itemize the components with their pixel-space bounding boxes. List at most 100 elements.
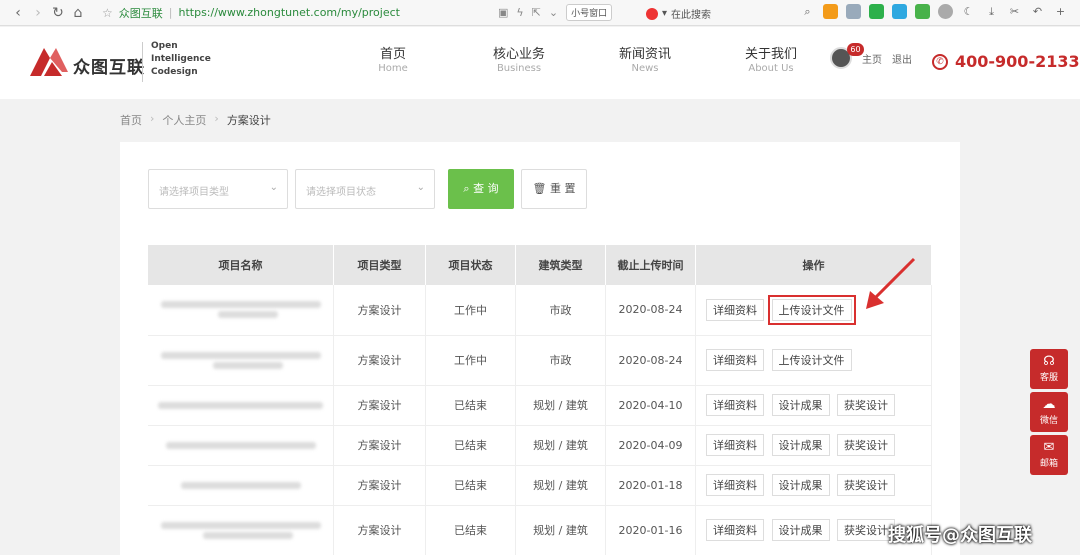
details-button[interactable]: 详细资料 (706, 519, 764, 541)
project-name-blurred[interactable] (148, 385, 334, 426)
project-name-blurred[interactable] (148, 285, 334, 336)
logo-icon[interactable] (28, 44, 70, 78)
search-icon[interactable]: ⌕ (800, 4, 815, 19)
browser-search[interactable]: ▾ 在此搜索 (646, 6, 711, 21)
mail-button[interactable]: ✉ 邮箱 (1030, 435, 1068, 475)
design-results-button[interactable]: 设计成果 (771, 519, 830, 541)
cut-icon[interactable]: ✂ (1007, 4, 1022, 19)
cell-deadline: 2020-01-16 (605, 505, 696, 555)
float-label: 客服 (1039, 373, 1058, 383)
details-button[interactable]: 详细资料 (706, 298, 764, 321)
design-results-button[interactable]: 设计成果 (771, 394, 830, 416)
phone-icon: ✆ (932, 53, 948, 70)
details-button[interactable]: 详细资料 (706, 349, 764, 371)
small-window-button[interactable]: 小号窗口 (566, 4, 613, 21)
address-bar[interactable]: https://www.zhongtunet.com/my/project (178, 6, 399, 19)
query-button[interactable]: ⌕ 查 询 (448, 169, 514, 209)
cell-type: 方案设计 (333, 465, 426, 506)
nav-item-business[interactable]: 核心业务 Business (456, 47, 582, 75)
project-panel: 请选择项目类型 ⌄ 请选择项目状态 ⌄ ⌕ 查 询 🗑 重 置 项目名称 项目类… (120, 142, 960, 555)
cell-status: 工作中 (425, 335, 516, 386)
forward-icon[interactable]: › (28, 5, 48, 21)
adblock-extension-icon[interactable] (938, 4, 953, 19)
undo-icon[interactable]: ↶ (1030, 4, 1045, 19)
logout-link[interactable]: 退出 (892, 51, 912, 66)
nav-item-news[interactable]: 新闻资讯 News (582, 47, 708, 75)
refresh-icon[interactable]: ↻ (48, 5, 68, 21)
customer-service-button[interactable]: ☊ 客服 (1030, 349, 1068, 389)
url-separator: | (168, 6, 173, 19)
table-row: 方案设计 已结束 规划 / 建筑 2020-04-10 详细资料 设计成果 获奖… (148, 385, 932, 426)
lightning-icon[interactable]: ϟ (516, 6, 523, 19)
reader-icon[interactable]: ▣ (498, 6, 508, 19)
cell-type: 方案设计 (333, 385, 426, 426)
award-design-button[interactable]: 获奖设计 (837, 434, 895, 456)
nav-sublabel: Home (378, 63, 408, 74)
bookmark-star-icon[interactable]: ☆ (102, 6, 113, 20)
cell-status: 工作中 (425, 285, 516, 336)
chevron-down-icon: ⌄ (416, 182, 425, 193)
details-button[interactable]: 详细资料 (706, 434, 764, 456)
chevron-down-icon[interactable]: ▾ (662, 8, 667, 19)
project-name-blurred[interactable] (148, 335, 334, 386)
column-header: 项目名称 (148, 245, 334, 285)
cell-building: 市政 (515, 335, 606, 386)
project-status-select[interactable]: 请选择项目状态 ⌄ (295, 169, 435, 209)
nav-label: 新闻资讯 (618, 47, 671, 62)
share-icon[interactable]: ⇱ (532, 6, 541, 19)
address-tools: ▣ ϟ ⇱ ⌄ 小号窗口 (498, 4, 613, 21)
award-design-button[interactable]: 获奖设计 (837, 474, 895, 496)
green-extension-icon[interactable] (915, 4, 930, 19)
chevron-down-icon[interactable]: ⌄ (549, 6, 558, 19)
annotation-arrow-icon (866, 257, 916, 309)
game-extension-icon[interactable] (823, 4, 838, 19)
project-name-blurred[interactable] (148, 425, 334, 466)
breadcrumb-separator: › (150, 112, 155, 125)
wechat-icon: ☁ (1042, 397, 1056, 412)
search-input[interactable]: 在此搜索 (671, 6, 711, 21)
nav-item-home[interactable]: 首页 Home (330, 47, 456, 75)
table-row: 方案设计 已结束 规划 / 建筑 2020-01-18 详细资料 设计成果 获奖… (148, 465, 932, 506)
cloud-extension-icon[interactable] (846, 4, 861, 19)
search-engine-icon[interactable] (646, 7, 658, 20)
home-icon[interactable]: ⌂ (68, 5, 88, 21)
tagline-line: Open (151, 41, 178, 51)
award-design-button[interactable]: 获奖设计 (837, 394, 895, 416)
cell-status: 已结束 (425, 505, 516, 555)
add-tab-icon[interactable]: + (1053, 4, 1068, 19)
nav-sublabel: News (631, 63, 659, 74)
nav-label: 核心业务 (492, 47, 545, 62)
nav-item-about[interactable]: 关于我们 About Us (708, 47, 834, 75)
project-name-blurred[interactable] (148, 465, 334, 506)
project-type-select[interactable]: 请选择项目类型 ⌄ (148, 169, 288, 209)
cell-actions: 详细资料 设计成果 获奖设计 (695, 465, 932, 506)
screenshot-extension-icon[interactable] (892, 4, 907, 19)
select-placeholder: 请选择项目类型 (159, 187, 229, 198)
reset-label: 重 置 (549, 182, 576, 195)
back-icon[interactable]: ‹ (8, 5, 28, 21)
wechat-extension-icon[interactable] (869, 4, 884, 19)
cell-actions: 详细资料 设计成果 获奖设计 (695, 385, 932, 426)
upload-design-button[interactable]: 上传设计文件 (767, 294, 856, 325)
avatar[interactable]: 60 (830, 43, 864, 69)
project-name-blurred[interactable] (148, 505, 334, 555)
download-icon[interactable]: ⤓ (984, 4, 999, 19)
breadcrumb-personal[interactable]: 个人主页 (162, 112, 206, 128)
details-button[interactable]: 详细资料 (706, 394, 764, 416)
night-mode-icon[interactable]: ☾ (961, 4, 976, 19)
project-table: 项目名称 项目类型 项目状态 建筑类型 截止上传时间 操作 方案设计 工作中 市… (148, 245, 932, 555)
details-button[interactable]: 详细资料 (706, 474, 764, 496)
design-results-button[interactable]: 设计成果 (771, 474, 830, 496)
breadcrumb-home[interactable]: 首页 (120, 112, 142, 128)
tagline-line: Intelligence (151, 54, 211, 64)
user-home-link[interactable]: 主页 (862, 51, 882, 66)
cell-status: 已结束 (425, 465, 516, 506)
cell-deadline: 2020-08-24 (605, 335, 696, 386)
design-results-button[interactable]: 设计成果 (771, 434, 830, 456)
notification-badge: 60 (847, 43, 864, 56)
upload-design-button[interactable]: 上传设计文件 (771, 349, 852, 371)
reset-button[interactable]: 🗑 重 置 (521, 169, 587, 209)
wechat-button[interactable]: ☁ 微信 (1030, 392, 1068, 432)
award-design-button[interactable]: 获奖设计 (837, 519, 895, 541)
column-header: 项目类型 (333, 245, 426, 285)
